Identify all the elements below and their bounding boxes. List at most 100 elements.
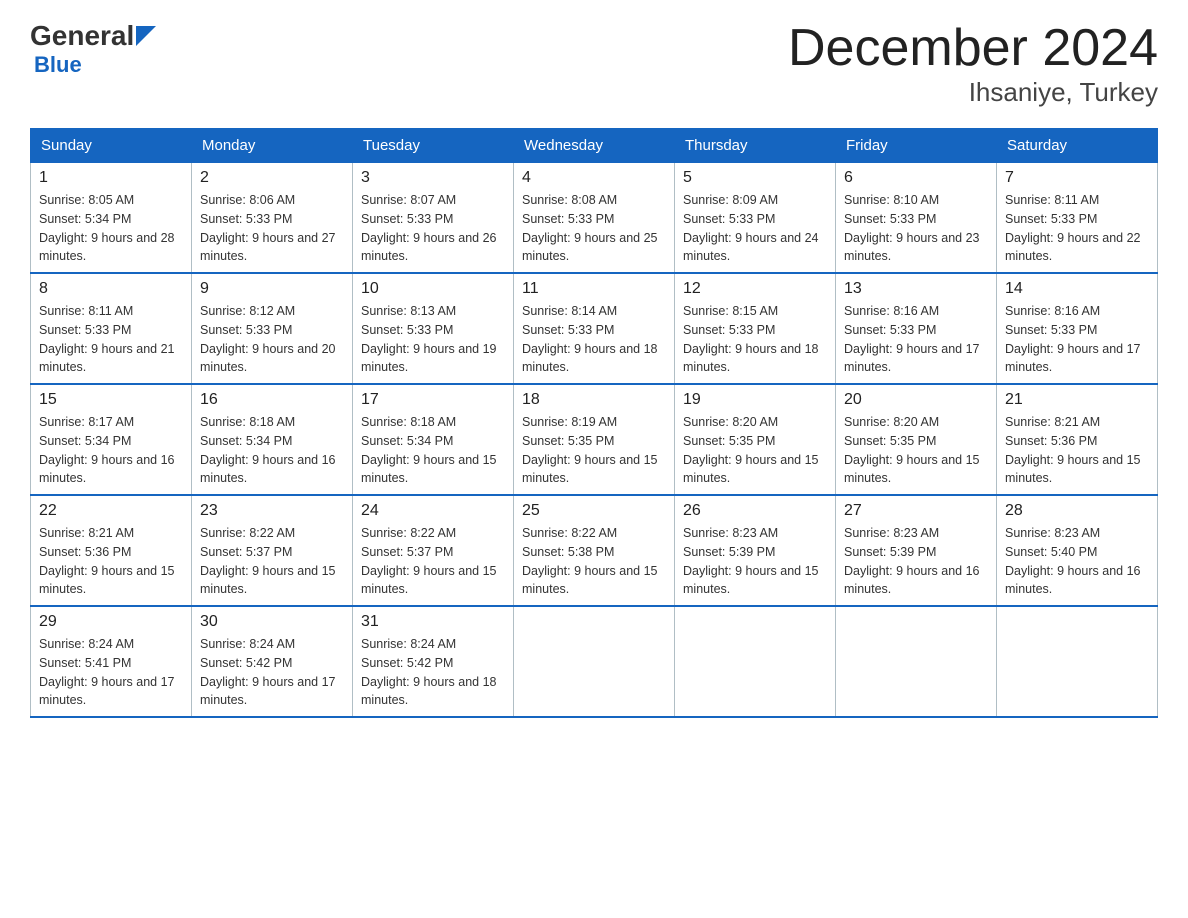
day-number: 20 <box>844 391 988 409</box>
logo-general-text: General <box>30 20 134 52</box>
day-info: Sunrise: 8:24 AM Sunset: 5:42 PM Dayligh… <box>361 635 505 710</box>
day-info: Sunrise: 8:24 AM Sunset: 5:42 PM Dayligh… <box>200 635 344 710</box>
day-number: 16 <box>200 391 344 409</box>
table-row: 31 Sunrise: 8:24 AM Sunset: 5:42 PM Dayl… <box>353 606 514 717</box>
table-row: 27 Sunrise: 8:23 AM Sunset: 5:39 PM Dayl… <box>836 495 997 606</box>
day-info: Sunrise: 8:05 AM Sunset: 5:34 PM Dayligh… <box>39 191 183 266</box>
day-number: 29 <box>39 613 183 631</box>
calendar-week-row: 22 Sunrise: 8:21 AM Sunset: 5:36 PM Dayl… <box>31 495 1158 606</box>
day-number: 23 <box>200 502 344 520</box>
day-info: Sunrise: 8:23 AM Sunset: 5:40 PM Dayligh… <box>1005 524 1149 599</box>
day-number: 24 <box>361 502 505 520</box>
table-row: 17 Sunrise: 8:18 AM Sunset: 5:34 PM Dayl… <box>353 384 514 495</box>
day-info: Sunrise: 8:09 AM Sunset: 5:33 PM Dayligh… <box>683 191 827 266</box>
table-row: 9 Sunrise: 8:12 AM Sunset: 5:33 PM Dayli… <box>192 273 353 384</box>
day-info: Sunrise: 8:10 AM Sunset: 5:33 PM Dayligh… <box>844 191 988 266</box>
table-row <box>514 606 675 717</box>
day-number: 6 <box>844 169 988 187</box>
table-row: 2 Sunrise: 8:06 AM Sunset: 5:33 PM Dayli… <box>192 163 353 274</box>
day-number: 9 <box>200 280 344 298</box>
day-info: Sunrise: 8:21 AM Sunset: 5:36 PM Dayligh… <box>1005 413 1149 488</box>
day-number: 22 <box>39 502 183 520</box>
calendar-week-row: 8 Sunrise: 8:11 AM Sunset: 5:33 PM Dayli… <box>31 273 1158 384</box>
table-row: 13 Sunrise: 8:16 AM Sunset: 5:33 PM Dayl… <box>836 273 997 384</box>
table-row: 8 Sunrise: 8:11 AM Sunset: 5:33 PM Dayli… <box>31 273 192 384</box>
table-row: 30 Sunrise: 8:24 AM Sunset: 5:42 PM Dayl… <box>192 606 353 717</box>
table-row: 14 Sunrise: 8:16 AM Sunset: 5:33 PM Dayl… <box>997 273 1158 384</box>
day-number: 2 <box>200 169 344 187</box>
day-info: Sunrise: 8:18 AM Sunset: 5:34 PM Dayligh… <box>200 413 344 488</box>
table-row: 5 Sunrise: 8:09 AM Sunset: 5:33 PM Dayli… <box>675 163 836 274</box>
table-row: 24 Sunrise: 8:22 AM Sunset: 5:37 PM Dayl… <box>353 495 514 606</box>
header-friday: Friday <box>836 129 997 163</box>
header-sunday: Sunday <box>31 129 192 163</box>
table-row <box>997 606 1158 717</box>
day-number: 5 <box>683 169 827 187</box>
table-row: 11 Sunrise: 8:14 AM Sunset: 5:33 PM Dayl… <box>514 273 675 384</box>
day-number: 8 <box>39 280 183 298</box>
table-row: 28 Sunrise: 8:23 AM Sunset: 5:40 PM Dayl… <box>997 495 1158 606</box>
day-number: 11 <box>522 280 666 298</box>
table-row <box>675 606 836 717</box>
header-monday: Monday <box>192 129 353 163</box>
day-number: 27 <box>844 502 988 520</box>
day-info: Sunrise: 8:12 AM Sunset: 5:33 PM Dayligh… <box>200 302 344 377</box>
day-number: 30 <box>200 613 344 631</box>
header-wednesday: Wednesday <box>514 129 675 163</box>
calendar-week-row: 29 Sunrise: 8:24 AM Sunset: 5:41 PM Dayl… <box>31 606 1158 717</box>
day-info: Sunrise: 8:19 AM Sunset: 5:35 PM Dayligh… <box>522 413 666 488</box>
calendar-week-row: 1 Sunrise: 8:05 AM Sunset: 5:34 PM Dayli… <box>31 163 1158 274</box>
day-info: Sunrise: 8:08 AM Sunset: 5:33 PM Dayligh… <box>522 191 666 266</box>
page-title: December 2024 <box>788 20 1158 77</box>
table-row: 19 Sunrise: 8:20 AM Sunset: 5:35 PM Dayl… <box>675 384 836 495</box>
day-info: Sunrise: 8:16 AM Sunset: 5:33 PM Dayligh… <box>1005 302 1149 377</box>
logo-triangle-icon <box>136 26 156 46</box>
logo: General Blue <box>30 20 156 78</box>
day-number: 3 <box>361 169 505 187</box>
day-number: 1 <box>39 169 183 187</box>
page-subtitle: Ihsaniye, Turkey <box>788 77 1158 108</box>
day-info: Sunrise: 8:15 AM Sunset: 5:33 PM Dayligh… <box>683 302 827 377</box>
calendar-table: Sunday Monday Tuesday Wednesday Thursday… <box>30 128 1158 718</box>
logo-blue-text: Blue <box>34 52 156 78</box>
table-row <box>836 606 997 717</box>
table-row: 29 Sunrise: 8:24 AM Sunset: 5:41 PM Dayl… <box>31 606 192 717</box>
table-row: 1 Sunrise: 8:05 AM Sunset: 5:34 PM Dayli… <box>31 163 192 274</box>
day-info: Sunrise: 8:24 AM Sunset: 5:41 PM Dayligh… <box>39 635 183 710</box>
day-number: 10 <box>361 280 505 298</box>
calendar-week-row: 15 Sunrise: 8:17 AM Sunset: 5:34 PM Dayl… <box>31 384 1158 495</box>
day-info: Sunrise: 8:17 AM Sunset: 5:34 PM Dayligh… <box>39 413 183 488</box>
day-info: Sunrise: 8:20 AM Sunset: 5:35 PM Dayligh… <box>844 413 988 488</box>
table-row: 25 Sunrise: 8:22 AM Sunset: 5:38 PM Dayl… <box>514 495 675 606</box>
day-info: Sunrise: 8:22 AM Sunset: 5:38 PM Dayligh… <box>522 524 666 599</box>
day-number: 14 <box>1005 280 1149 298</box>
table-row: 26 Sunrise: 8:23 AM Sunset: 5:39 PM Dayl… <box>675 495 836 606</box>
table-row: 3 Sunrise: 8:07 AM Sunset: 5:33 PM Dayli… <box>353 163 514 274</box>
page-header: General Blue December 2024 Ihsaniye, Tur… <box>30 20 1158 108</box>
day-number: 25 <box>522 502 666 520</box>
day-info: Sunrise: 8:20 AM Sunset: 5:35 PM Dayligh… <box>683 413 827 488</box>
day-info: Sunrise: 8:07 AM Sunset: 5:33 PM Dayligh… <box>361 191 505 266</box>
table-row: 12 Sunrise: 8:15 AM Sunset: 5:33 PM Dayl… <box>675 273 836 384</box>
day-info: Sunrise: 8:06 AM Sunset: 5:33 PM Dayligh… <box>200 191 344 266</box>
day-number: 26 <box>683 502 827 520</box>
day-info: Sunrise: 8:22 AM Sunset: 5:37 PM Dayligh… <box>361 524 505 599</box>
table-row: 7 Sunrise: 8:11 AM Sunset: 5:33 PM Dayli… <box>997 163 1158 274</box>
table-row: 15 Sunrise: 8:17 AM Sunset: 5:34 PM Dayl… <box>31 384 192 495</box>
day-info: Sunrise: 8:13 AM Sunset: 5:33 PM Dayligh… <box>361 302 505 377</box>
day-number: 12 <box>683 280 827 298</box>
day-number: 19 <box>683 391 827 409</box>
table-row: 16 Sunrise: 8:18 AM Sunset: 5:34 PM Dayl… <box>192 384 353 495</box>
table-row: 22 Sunrise: 8:21 AM Sunset: 5:36 PM Dayl… <box>31 495 192 606</box>
day-number: 31 <box>361 613 505 631</box>
header-saturday: Saturday <box>997 129 1158 163</box>
day-number: 4 <box>522 169 666 187</box>
day-info: Sunrise: 8:23 AM Sunset: 5:39 PM Dayligh… <box>683 524 827 599</box>
table-row: 18 Sunrise: 8:19 AM Sunset: 5:35 PM Dayl… <box>514 384 675 495</box>
table-row: 10 Sunrise: 8:13 AM Sunset: 5:33 PM Dayl… <box>353 273 514 384</box>
day-info: Sunrise: 8:14 AM Sunset: 5:33 PM Dayligh… <box>522 302 666 377</box>
table-row: 6 Sunrise: 8:10 AM Sunset: 5:33 PM Dayli… <box>836 163 997 274</box>
title-block: December 2024 Ihsaniye, Turkey <box>788 20 1158 108</box>
day-number: 18 <box>522 391 666 409</box>
day-info: Sunrise: 8:23 AM Sunset: 5:39 PM Dayligh… <box>844 524 988 599</box>
